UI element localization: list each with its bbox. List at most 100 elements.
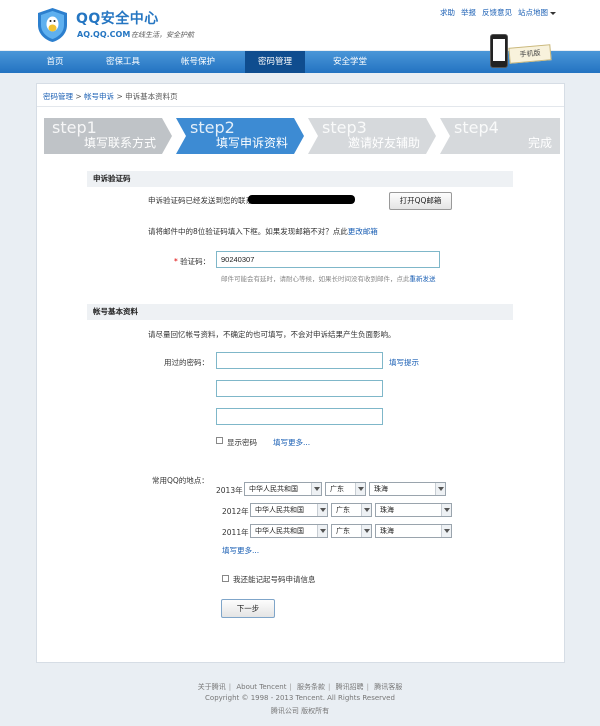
footer-separator: | [328, 683, 331, 691]
footer-separator: | [366, 683, 369, 691]
chevron-down-icon [311, 483, 321, 495]
nav-item-security-tools[interactable]: 密保工具 [93, 51, 153, 73]
footer-separator: | [228, 683, 232, 691]
account-intro: 请尽量回忆帐号资料，不确定的也可填写，不会对申诉结果产生负面影响。 [148, 330, 396, 339]
province-value: 广东 [336, 527, 350, 535]
password-more-link[interactable]: 填写更多... [273, 437, 310, 448]
breadcrumb-password-management[interactable]: 密码管理 [43, 92, 73, 101]
country-value: 中华人民共和国 [249, 485, 298, 493]
city-value: 珠海 [380, 527, 394, 535]
main-content: 密码管理 > 帐号申诉 > 申诉基本资料页 step1 填写联系方式 step2… [36, 83, 565, 663]
divider [37, 106, 564, 107]
footer-about-cn-link[interactable]: 关于腾讯 [198, 683, 226, 691]
breadcrumb-account-appeal[interactable]: 帐号申诉 [84, 92, 114, 101]
site-title: QQ安全中心 [76, 11, 159, 27]
footer-terms-link[interactable]: 服务条款 [297, 683, 325, 691]
location-country-select[interactable]: 中华人民共和国 [250, 503, 328, 517]
header: QQ安全中心 AQ.QQ.COM 在线生活，安全护航 求助 举报 反馈意见 站点… [0, 0, 600, 50]
location-year-2012: 2012年 [222, 507, 249, 516]
location-country-select[interactable]: 中华人民共和国 [244, 482, 322, 496]
city-value: 珠海 [374, 485, 388, 493]
section-title-account: 帐号基本资料 [87, 304, 513, 320]
delay-note-text: 邮件可能会有延时，请耐心等候，如果长时间没有收到邮件，点此 [221, 275, 410, 283]
breadcrumb-separator: > [75, 92, 85, 101]
remember-register-info-label: 我还能记起号码申请信息 [233, 575, 316, 584]
breadcrumb-separator: > [116, 92, 126, 101]
chevron-down-icon [361, 504, 371, 516]
masked-email [248, 195, 355, 204]
verify-hint: 请将邮件中的8位验证码填入下框。如果发现邮箱不对？点此更改邮箱 [148, 226, 378, 237]
next-step-button[interactable]: 下一步 [221, 599, 275, 618]
footer-jobs-link[interactable]: 腾讯招聘 [336, 683, 364, 691]
open-qq-mail-button[interactable]: 打开QQ邮箱 [389, 192, 452, 210]
password-tip-link[interactable]: 填写提示 [389, 357, 419, 368]
step-4: step4 完成 [440, 118, 560, 154]
country-value: 中华人民共和国 [255, 527, 304, 535]
code-label-text: 验证码： [180, 257, 211, 266]
password-input-3[interactable] [216, 408, 383, 425]
help-link[interactable]: 求助 [440, 7, 455, 18]
location-province-select[interactable]: 广东 [325, 482, 366, 496]
country-value: 中华人民共和国 [255, 506, 304, 514]
show-password-label: 显示密码 [227, 438, 257, 447]
footer-copyright: Copyright © 1998 - 2013 Tencent. All Rig… [205, 694, 395, 702]
breadcrumb-current: 申诉基本资料页 [125, 92, 178, 101]
location-label: 常用QQ的地点： [152, 476, 209, 485]
location-province-select[interactable]: 广东 [331, 524, 372, 538]
site-url: AQ.QQ.COM [77, 30, 131, 39]
password-label: 用过的密码： [164, 358, 209, 367]
code-label: * 验证码： [174, 256, 210, 267]
footer-separator: | [289, 683, 292, 691]
qq-shield-logo-icon[interactable] [36, 7, 69, 43]
remember-register-info-checkbox[interactable] [222, 575, 229, 582]
location-province-select[interactable]: 广东 [331, 503, 372, 517]
verification-code-input[interactable] [216, 251, 440, 268]
password-input-2[interactable] [216, 380, 383, 397]
step-2: step2 填写申诉资料 [176, 118, 306, 154]
sitemap-link[interactable]: 站点地图 [518, 7, 556, 18]
location-more-link[interactable]: 填写更多... [222, 545, 259, 556]
chevron-down-icon [355, 483, 365, 495]
change-mail-link[interactable]: 更改邮箱 [348, 227, 378, 236]
feedback-link[interactable]: 反馈意见 [482, 7, 512, 18]
step-2-label: 填写申诉资料 [215, 136, 288, 150]
location-city-select[interactable]: 珠海 [375, 524, 452, 538]
site-slogan: 在线生活，安全护航 [131, 31, 194, 39]
nav-item-account-protection[interactable]: 帐号保护 [168, 51, 228, 73]
nav-item-home[interactable]: 首页 [30, 51, 80, 73]
step-1-label: 填写联系方式 [83, 136, 156, 150]
footer-support-link[interactable]: 腾讯客服 [374, 683, 402, 691]
step-3: step3 邀请好友辅助 [308, 118, 438, 154]
resend-link[interactable]: 重新发送 [410, 275, 436, 283]
chevron-down-icon [317, 525, 327, 537]
chevron-down-icon [441, 525, 451, 537]
sitemap-label[interactable]: 站点地图 [518, 8, 548, 17]
location-country-select[interactable]: 中华人民共和国 [250, 524, 328, 538]
nav-item-password-management[interactable]: 密码管理 [245, 51, 305, 73]
delay-note: 邮件可能会有延时，请耐心等候，如果长时间没有收到邮件，点此重新发送 [221, 273, 436, 283]
step-4-en: step4 [454, 118, 499, 137]
province-value: 广东 [336, 506, 350, 514]
step-1: step1 填写联系方式 [44, 118, 174, 154]
breadcrumb: 密码管理 > 帐号申诉 > 申诉基本资料页 [43, 91, 178, 102]
password-input-1[interactable] [216, 352, 383, 369]
province-value: 广东 [330, 485, 344, 493]
top-links: 求助 举报 反馈意见 站点地图 [440, 7, 556, 18]
location-city-select[interactable]: 珠海 [369, 482, 446, 496]
chevron-down-icon [550, 11, 556, 15]
show-password-checkbox[interactable] [216, 437, 223, 444]
chevron-down-icon [317, 504, 327, 516]
city-value: 珠海 [380, 506, 394, 514]
footer-about-en-link[interactable]: About Tencent [236, 683, 286, 691]
location-city-select[interactable]: 珠海 [375, 503, 452, 517]
chevron-down-icon [361, 525, 371, 537]
verify-hint-text: 请将邮件中的8位验证码填入下框。如果发现邮箱不对？点此 [148, 227, 348, 236]
location-year-2013: 2013年 [216, 486, 243, 495]
step-4-label: 完成 [527, 136, 552, 150]
report-link[interactable]: 举报 [461, 7, 476, 18]
mobile-phone-icon[interactable] [490, 34, 508, 68]
nav-item-security-school[interactable]: 安全学堂 [320, 51, 380, 73]
section-title-verify: 申诉验证码 [87, 171, 513, 187]
footer-links: 关于腾讯 | About Tencent | 服务条款 | 腾讯招聘 | 腾讯客服 [0, 682, 600, 692]
footer-company: 腾讯公司 版权所有 [270, 707, 330, 715]
